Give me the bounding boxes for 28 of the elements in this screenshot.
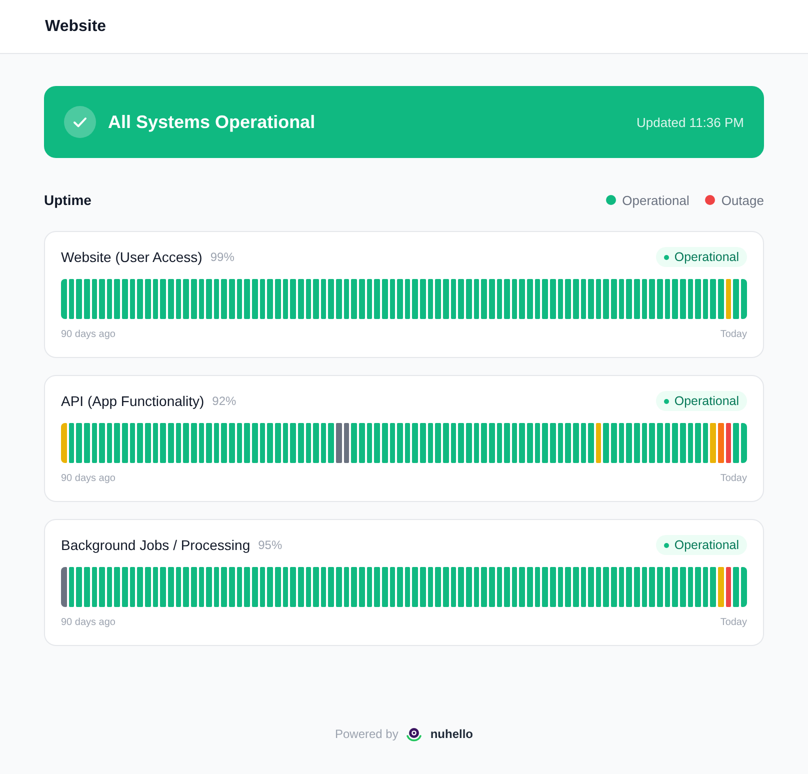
status-dot-icon — [664, 542, 670, 548]
service-name: Website (User Access) — [61, 249, 202, 265]
logo-icon — [406, 726, 422, 742]
status-dot-icon — [664, 254, 670, 260]
status-badge: Operational — [656, 391, 747, 411]
brand-link[interactable]: nuhello — [430, 727, 474, 741]
range-end-label: Today — [720, 472, 747, 484]
uptime-percent: 92% — [212, 394, 236, 408]
range-end-label: Today — [720, 616, 747, 628]
uptime-percent: 99% — [210, 250, 234, 264]
legend-label: Outage — [721, 192, 764, 208]
banner-title: All Systems Operational — [108, 112, 316, 132]
range-start-label: 90 days ago — [61, 328, 116, 340]
status-badge: Operational — [656, 247, 747, 267]
range-start-label: 90 days ago — [61, 616, 116, 628]
legend-label: Operational — [622, 192, 690, 208]
range-start-label: 90 days ago — [61, 472, 116, 484]
uptime-percent: 95% — [258, 538, 282, 552]
powered-by-text: Powered by — [334, 727, 398, 741]
status-badge: Operational — [656, 535, 747, 555]
page-title: Website — [45, 18, 106, 36]
check-circle-icon — [64, 106, 96, 138]
range-end-label: Today — [720, 328, 747, 340]
status-dot-icon — [664, 398, 670, 404]
updated-time: Updated 11:36 PM — [636, 114, 744, 130]
section-title: Uptime — [44, 192, 92, 208]
service-name: API (App Functionality) — [61, 393, 204, 409]
service-name: Background Jobs / Processing — [61, 537, 250, 553]
